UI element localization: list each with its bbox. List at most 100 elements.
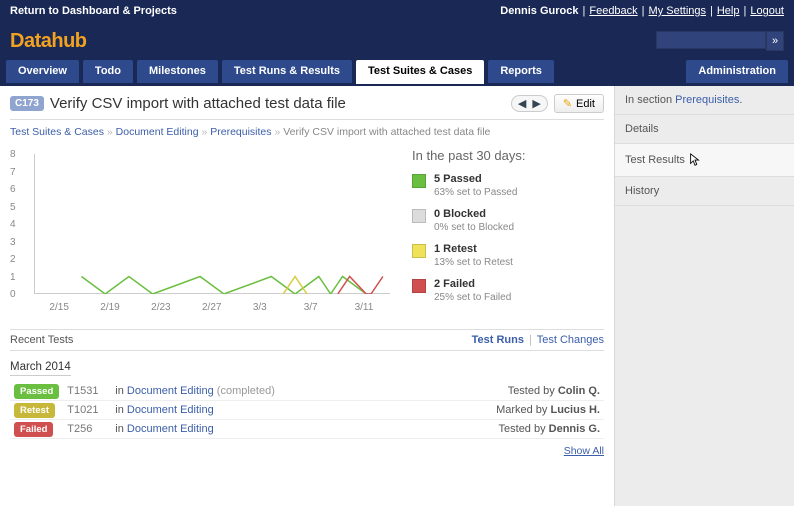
prev-arrow-icon[interactable]: ◀ (518, 97, 526, 110)
search-input[interactable] (656, 31, 766, 49)
x-tick: 3/7 (304, 302, 318, 313)
crumb-current: Verify CSV import with attached test dat… (283, 126, 490, 138)
stats-heading: In the past 30 days: (412, 148, 604, 163)
test-runs-link[interactable]: Test Runs (472, 334, 524, 346)
prev-next-nav[interactable]: ◀ ▶ (511, 95, 548, 112)
recent-tests-table: Passed T1531in Document Editing (complete… (10, 382, 604, 439)
stats-panel: In the past 30 days: 5 Passed 63% set to … (412, 148, 604, 323)
test-id: T256 (63, 420, 111, 439)
status-badge: Passed (14, 384, 59, 399)
stat-color-icon (412, 279, 426, 293)
stat-item: 0 Blocked 0% set to Blocked (412, 208, 604, 233)
cursor-icon (688, 152, 702, 168)
search-go-button[interactable]: » (766, 31, 784, 51)
x-tick: 2/27 (202, 302, 221, 313)
stat-label: 5 Passed (434, 173, 482, 185)
pencil-icon: ✎ (563, 97, 572, 110)
stat-label: 2 Failed (434, 278, 475, 290)
test-suite-cell: in Document Editing (completed) (111, 382, 406, 401)
edit-label: Edit (576, 98, 595, 110)
brand-row: Datahub » (0, 22, 794, 60)
my-settings-link[interactable]: My Settings (649, 5, 706, 17)
stat-sub: 13% set to Retest (434, 257, 513, 268)
y-tick: 5 (10, 202, 16, 213)
stat-color-icon (412, 174, 426, 188)
user-name: Dennis Gurock (500, 5, 578, 17)
y-tick: 6 (10, 184, 16, 195)
next-arrow-icon[interactable]: ▶ (532, 97, 540, 110)
tested-by: Tested by Colin Q. (407, 382, 604, 401)
suite-link[interactable]: Document Editing (127, 385, 214, 397)
test-suite-cell: in Document Editing (111, 401, 406, 420)
y-tick: 4 (10, 219, 16, 230)
suite-link[interactable]: Document Editing (127, 404, 214, 416)
x-tick: 2/23 (151, 302, 170, 313)
chart-series-passed (81, 277, 366, 295)
x-tick: 2/19 (100, 302, 119, 313)
status-badge: Retest (14, 403, 55, 418)
side-details[interactable]: Details (615, 115, 794, 144)
stat-sub: 0% set to Blocked (434, 222, 514, 233)
y-tick: 1 (10, 272, 16, 283)
tab-reports[interactable]: Reports (488, 60, 554, 83)
side-test-results[interactable]: Test Results (615, 144, 794, 177)
stat-color-icon (412, 209, 426, 223)
tab-test-runs[interactable]: Test Runs & Results (222, 60, 352, 83)
crumb-suites[interactable]: Test Suites & Cases (10, 126, 104, 138)
test-id: T1531 (63, 382, 111, 401)
help-link[interactable]: Help (717, 5, 740, 17)
tab-milestones[interactable]: Milestones (137, 60, 218, 83)
tab-overview[interactable]: Overview (6, 60, 79, 83)
stat-item: 5 Passed 63% set to Passed (412, 173, 604, 198)
main-content: C173 Verify CSV import with attached tes… (0, 86, 614, 506)
return-link[interactable]: Return to Dashboard & Projects (10, 5, 177, 17)
month-heading: March 2014 (10, 361, 71, 376)
nav-tabs: Overview Todo Milestones Test Runs & Res… (0, 60, 794, 86)
stat-sub: 25% set to Failed (434, 292, 511, 303)
case-id-badge: C173 (10, 96, 44, 111)
tab-administration[interactable]: Administration (686, 60, 788, 83)
stat-sub: 63% set to Passed (434, 187, 517, 198)
suite-link[interactable]: Document Editing (127, 423, 214, 435)
tab-todo[interactable]: Todo (83, 60, 133, 83)
feedback-link[interactable]: Feedback (589, 5, 637, 17)
recent-tests-title: Recent Tests (10, 334, 73, 346)
y-tick: 0 (10, 289, 16, 300)
stat-item: 1 Retest 13% set to Retest (412, 243, 604, 268)
x-tick: 2/15 (49, 302, 68, 313)
activity-chart: 0123456782/152/192/232/273/33/73/11 (10, 148, 400, 323)
stat-item: 2 Failed 25% set to Failed (412, 278, 604, 303)
tested-by: Tested by Dennis G. (407, 420, 604, 439)
breadcrumb: Test Suites & Cases » Document Editing »… (10, 120, 604, 148)
stat-label: 0 Blocked (434, 208, 486, 220)
side-panel: In section Prerequisites. Details Test R… (614, 86, 794, 506)
y-tick: 7 (10, 167, 16, 178)
y-tick: 2 (10, 254, 16, 265)
brand-title: Datahub (10, 30, 87, 53)
stat-color-icon (412, 244, 426, 258)
x-tick: 3/11 (355, 302, 374, 313)
stat-label: 1 Retest (434, 243, 477, 255)
status-badge: Failed (14, 422, 53, 437)
tab-test-suites[interactable]: Test Suites & Cases (356, 60, 484, 84)
show-all-link[interactable]: Show All (564, 445, 604, 457)
crumb-document-editing[interactable]: Document Editing (116, 126, 199, 138)
table-row: Failed T256in Document Editing Tested by … (10, 420, 604, 439)
test-changes-link[interactable]: Test Changes (537, 334, 604, 346)
prerequisites-link[interactable]: Prerequisites (675, 94, 739, 106)
edit-button[interactable]: ✎ Edit (554, 94, 604, 113)
chart-series-failed (338, 277, 383, 295)
page-title: Verify CSV import with attached test dat… (50, 95, 505, 112)
test-suite-cell: in Document Editing (111, 420, 406, 439)
recent-tests-header: Recent Tests Test Runs | Test Changes (10, 329, 604, 351)
crumb-prerequisites[interactable]: Prerequisites (210, 126, 271, 138)
side-history[interactable]: History (615, 177, 794, 206)
side-in-section: In section Prerequisites. (615, 86, 794, 115)
test-id: T1021 (63, 401, 111, 420)
logout-link[interactable]: Logout (750, 5, 784, 17)
chart-series-retest (283, 277, 307, 295)
x-tick: 3/3 (253, 302, 267, 313)
top-bar: Return to Dashboard & Projects Dennis Gu… (0, 0, 794, 22)
y-tick: 8 (10, 149, 16, 160)
tested-by: Marked by Lucius H. (407, 401, 604, 420)
